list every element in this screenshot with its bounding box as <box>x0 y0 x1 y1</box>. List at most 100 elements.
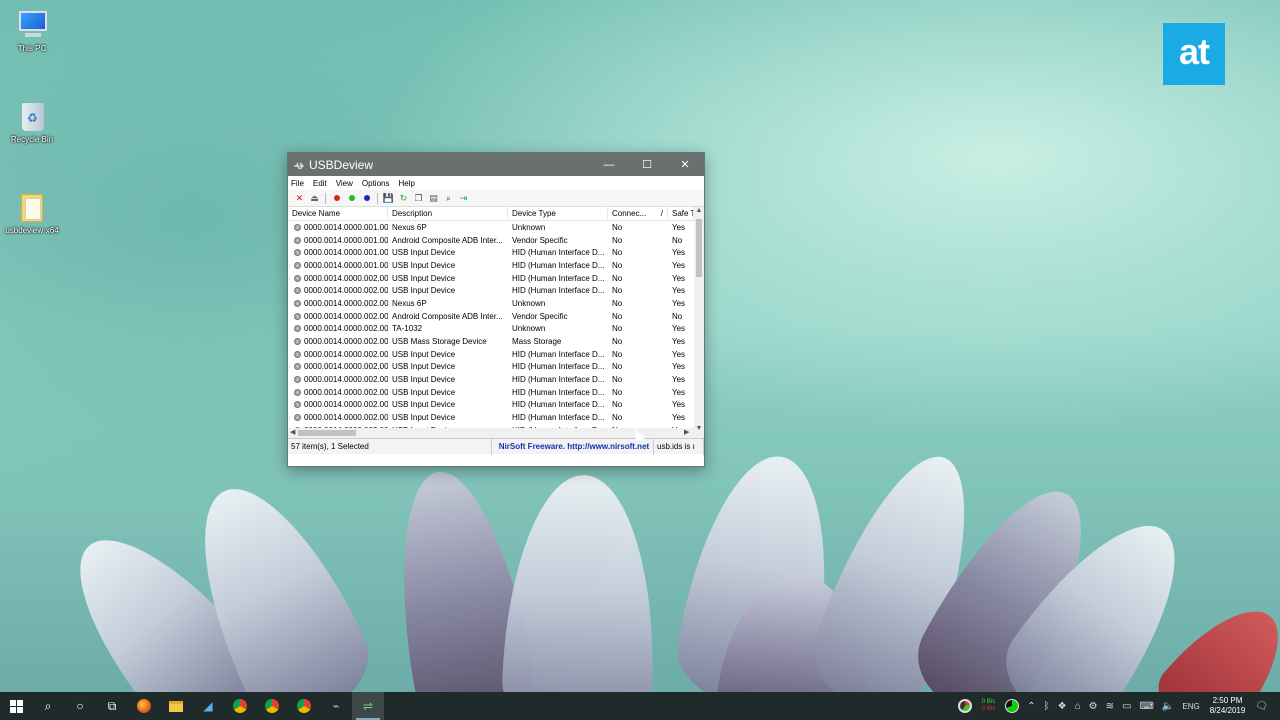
table-row[interactable]: 0000.0014.0000.002.00... Android Composit… <box>288 310 704 323</box>
column-header-description[interactable]: Description <box>388 207 508 221</box>
cell-text: HID (Human Interface D... <box>512 286 605 296</box>
usb-tray-icon[interactable]: ⌂ <box>1075 701 1081 712</box>
cell-description: USB Input Device <box>388 248 508 257</box>
column-header-device-type[interactable]: Device Type <box>508 207 608 221</box>
dropbox-icon[interactable]: ❖ <box>1058 701 1067 712</box>
scroll-thumb-horizontal[interactable] <box>298 430 356 436</box>
table-row[interactable]: 0000.0014.0000.002.00... TA-1032 Unknown No… <box>288 323 704 336</box>
usb-device-icon <box>294 261 301 269</box>
table-row[interactable]: 0000.0014.0000.002.00... USB Input Device… <box>288 386 704 399</box>
keyboard-icon[interactable]: ⌨ <box>1139 701 1153 712</box>
save-icon[interactable]: 💾 <box>381 192 396 205</box>
cell-text: USB Input Device <box>392 248 456 258</box>
cell-text: No <box>612 413 623 423</box>
table-row[interactable]: 0000.0014.0000.002.00... USB Input Device… <box>288 272 704 285</box>
table-row[interactable]: 0000.0014.0000.002.00... USB Input Device… <box>288 348 704 361</box>
disable-device-icon[interactable] <box>329 192 344 205</box>
paint-app-icon[interactable]: ◢ <box>192 692 224 720</box>
scroll-right-icon[interactable]: ▶ <box>684 428 689 436</box>
exit-icon[interactable]: ⇥ <box>456 192 471 205</box>
settings-tray-icon[interactable]: ⚙ <box>1089 701 1098 712</box>
table-row[interactable]: 0000.0014.0000.002.00... USB Input Device… <box>288 284 704 297</box>
maximize-button[interactable]: ☐ <box>628 153 666 176</box>
properties-icon[interactable]: ▤ <box>426 192 441 205</box>
desktop-icon-recycle-bin[interactable]: ♻ Recycle Bin <box>0 99 64 144</box>
table-row[interactable]: 0000.0014.0000.001.00... USB Input Device… <box>288 246 704 259</box>
copy-icon[interactable]: ❐ <box>411 192 426 205</box>
cell-text: Yes <box>672 298 686 308</box>
volume-icon[interactable]: 🔈 <box>1162 701 1174 712</box>
desktop-icon-this-pc[interactable]: This PC <box>0 8 64 53</box>
action-center-icon[interactable]: 🗨 <box>1255 701 1268 712</box>
cell-text: Yes <box>672 273 686 283</box>
cell-connected: No <box>608 274 668 283</box>
table-row[interactable]: 0000.0014.0000.002.00... USB Input Device… <box>288 361 704 374</box>
battery-icon[interactable]: ▭ <box>1122 701 1131 712</box>
close-button[interactable]: ✕ <box>666 153 704 176</box>
cell-text: Nexus 6P <box>392 222 427 232</box>
show-hidden-icons-icon[interactable]: ⌃ <box>1027 701 1035 712</box>
task-view-icon[interactable]: ⧉ <box>96 692 128 720</box>
cell-connected: No <box>608 362 668 371</box>
table-row[interactable]: 0000.0014.0000.002.00... USB Input Device… <box>288 411 704 424</box>
cpu-meter-icon[interactable] <box>1005 699 1020 713</box>
chrome-icon[interactable] <box>224 692 256 720</box>
cell-text: Yes <box>672 286 686 296</box>
menu-edit[interactable]: Edit <box>313 179 327 188</box>
table-row[interactable]: 0000.0014.0000.002.00... USB Mass Storage… <box>288 335 704 348</box>
cell-device-name: 0000.0014.0000.002.00... <box>288 286 388 295</box>
usb-device-icon <box>294 414 301 422</box>
table-row[interactable]: 0000.0014.0000.001.00... Android Composit… <box>288 234 704 247</box>
usbdeview-taskbar-icon[interactable]: ⇌ <box>352 692 384 720</box>
table-row[interactable]: 0000.0014.0000.001.00... Nexus 6P Unknown N… <box>288 221 704 234</box>
device-list[interactable]: Device Name Description Device Type Conn… <box>288 207 704 438</box>
start-button[interactable] <box>0 692 32 720</box>
table-row[interactable]: 0000.0014.0000.002.00... USB Input Device… <box>288 399 704 412</box>
cell-text: HID (Human Interface D... <box>512 349 605 359</box>
cell-safe-to-unplug: Yes <box>668 400 694 409</box>
terminal-app-icon[interactable]: ⌁ <box>320 692 352 720</box>
eject-icon[interactable]: ⏏ <box>307 192 322 205</box>
usb-device-icon <box>294 363 301 371</box>
vertical-scrollbar[interactable]: ▲ ▼ <box>694 207 704 438</box>
nirsoft-link[interactable]: NirSoft Freeware. http://www.nirsoft.net <box>492 438 654 455</box>
table-row[interactable]: 0000.0014.0000.001.00... USB Input Device… <box>288 259 704 272</box>
toolbar: ✕ ⏏ 💾 ↻ ❐ ▤ ⌕ ⇥ <box>288 190 704 207</box>
cell-device-name: 0000.0014.0000.002.00... <box>288 274 388 283</box>
refresh-icon[interactable]: ↻ <box>396 192 411 205</box>
toggle-device-icon[interactable] <box>359 192 374 205</box>
menu-file[interactable]: File <box>291 179 304 188</box>
column-header-safe-to-unplug[interactable]: Safe T <box>668 207 694 221</box>
column-header-device-name[interactable]: Device Name <box>288 207 388 221</box>
scroll-left-icon[interactable]: ◀ <box>290 428 295 436</box>
bluetooth-icon[interactable]: ᛒ <box>1044 701 1050 712</box>
chrome-icon[interactable] <box>256 692 288 720</box>
menu-view[interactable]: View <box>336 179 353 188</box>
search-icon[interactable]: ⌕ <box>32 692 64 720</box>
resource-monitor-icon[interactable] <box>957 699 972 713</box>
firefox-icon[interactable] <box>128 692 160 720</box>
scroll-up-icon[interactable]: ▲ <box>694 207 704 214</box>
cell-connected: No <box>608 413 668 422</box>
file-explorer-icon[interactable] <box>160 692 192 720</box>
menu-help[interactable]: Help <box>398 179 414 188</box>
clock[interactable]: 2:50 PM 8/24/2019 <box>1210 696 1246 716</box>
cortana-icon[interactable]: ○ <box>64 692 96 720</box>
table-row[interactable]: 0000.0014.0000.002.00... USB Input Device… <box>288 373 704 386</box>
find-icon[interactable]: ⌕ <box>441 192 456 205</box>
desktop-icon-usbdeview-folder[interactable]: usbdeview-x64 <box>0 190 64 235</box>
column-header-connected[interactable]: Connec... / <box>608 207 668 221</box>
minimize-button[interactable]: — <box>590 153 628 176</box>
enable-device-icon[interactable] <box>344 192 359 205</box>
table-row[interactable]: 0000.0014.0000.002.00... Nexus 6P Unknown N… <box>288 297 704 310</box>
uninstall-icon[interactable]: ✕ <box>292 192 307 205</box>
title-bar[interactable]: USBDeview — ☐ ✕ <box>288 153 704 176</box>
cell-text: USB Input Device <box>392 273 456 283</box>
cell-description: USB Input Device <box>388 261 508 270</box>
menu-options[interactable]: Options <box>362 179 390 188</box>
wifi-icon[interactable]: ≋ <box>1106 701 1114 712</box>
language-indicator[interactable]: ENG <box>1182 702 1199 711</box>
cell-device-name: 0000.0014.0000.001.00... <box>288 236 388 245</box>
chrome-icon[interactable] <box>288 692 320 720</box>
scroll-thumb[interactable] <box>696 219 702 277</box>
